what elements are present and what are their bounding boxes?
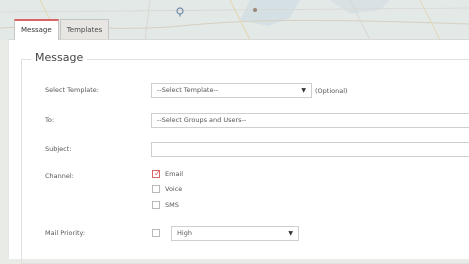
- chevron-down-icon: ▼: [288, 230, 293, 237]
- map-pin-icon: [175, 7, 185, 17]
- subject-label: Subject:: [45, 145, 72, 153]
- check-icon: ✓: [154, 169, 161, 178]
- template-optional-hint: (Optional): [315, 87, 348, 95]
- sms-label: SMS: [165, 201, 179, 209]
- voice-checkbox[interactable]: [152, 185, 160, 193]
- to-select-value: --Select Groups and Users--: [157, 116, 247, 124]
- voice-label: Voice: [165, 185, 183, 193]
- mail-priority-checkbox[interactable]: [152, 229, 160, 237]
- mail-priority-value: High: [177, 229, 192, 237]
- to-select[interactable]: --Select Groups and Users--: [151, 113, 469, 128]
- subject-input[interactable]: [151, 142, 469, 157]
- message-panel: Message Select Template: --Select Templa…: [8, 39, 469, 264]
- to-label: To:: [45, 116, 55, 124]
- template-select-value: --Select Template--: [157, 86, 219, 94]
- mail-priority-label: Mail Priority:: [45, 229, 86, 237]
- tab-bar: Message Templates: [14, 19, 110, 40]
- section-title: Message: [31, 51, 88, 64]
- template-select[interactable]: --Select Template-- ▼: [151, 83, 312, 98]
- mail-priority-select[interactable]: High ▼: [171, 226, 299, 241]
- channel-label: Channel:: [45, 172, 74, 180]
- template-label: Select Template:: [45, 86, 99, 94]
- email-label: Email: [165, 170, 184, 178]
- sms-checkbox[interactable]: [152, 201, 160, 209]
- tab-templates[interactable]: Templates: [59, 19, 110, 39]
- email-checkbox[interactable]: ✓: [152, 169, 161, 178]
- chevron-down-icon: ▼: [301, 87, 306, 94]
- tab-message[interactable]: Message: [14, 19, 59, 40]
